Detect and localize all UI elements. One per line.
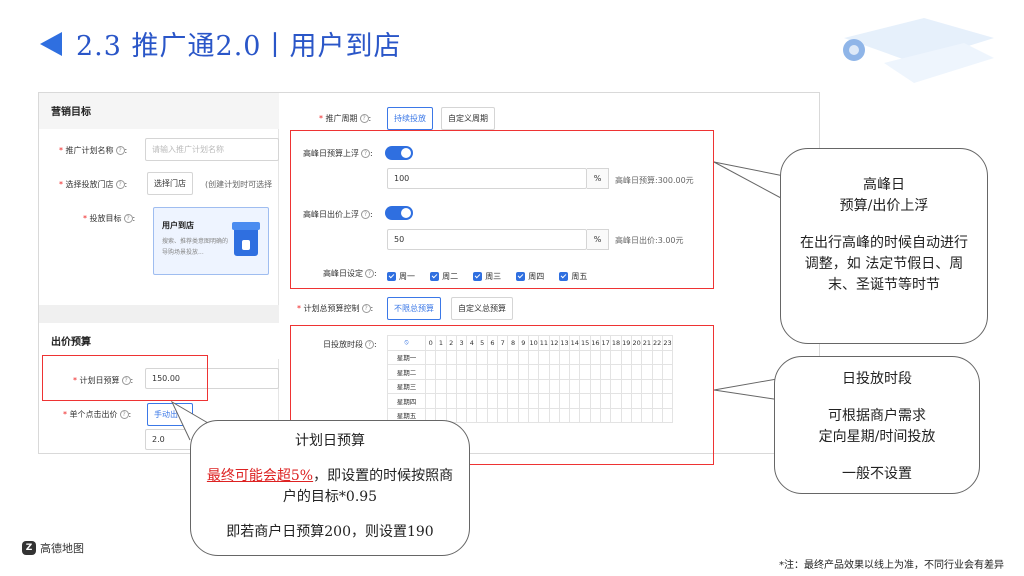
footnote: *注：最终产品效果以线上为准，不同行业会有差异 bbox=[779, 560, 1004, 571]
help-icon: ? bbox=[359, 114, 369, 123]
unlimited-budget-button[interactable]: 不限总预算 bbox=[387, 297, 441, 320]
goal-label: * 投放目标?: bbox=[83, 214, 136, 223]
help-icon: ? bbox=[115, 180, 125, 189]
custom-budget-button[interactable]: 自定义总预算 bbox=[451, 297, 513, 320]
budget-highlight-box bbox=[42, 355, 208, 401]
page-title: 2.3 推广通2.0丨用户到店 bbox=[40, 24, 401, 63]
schedule-callout: 日投放时段 可根据商户需求 定向星期/时间投放 一般不设置 bbox=[774, 356, 980, 494]
marketing-goal-header: 营销目标 bbox=[39, 93, 279, 129]
period-continuous-button[interactable]: 持续投放 bbox=[387, 107, 433, 130]
period-custom-button[interactable]: 自定义周期 bbox=[441, 107, 495, 130]
budget-control-label: * 计划总预算控制?: bbox=[297, 304, 374, 313]
budget-callout: 计划日预算 最终可能会超5%，即设置的时候按照商户的目标*0.95 即若商户日预… bbox=[190, 420, 470, 556]
store-icon bbox=[232, 222, 260, 256]
cpc-label: * 单个点击出价?: bbox=[63, 410, 132, 419]
section-divider bbox=[39, 305, 279, 325]
plan-name-input[interactable]: 请输入推广计划名称 bbox=[145, 138, 279, 161]
help-icon: ? bbox=[115, 146, 125, 155]
peak-callout: 高峰日 预算/出价上浮 在出行高峰的时候自动进行调整，如 法定节假日、周末、圣诞… bbox=[780, 148, 988, 344]
amap-logo: Z 高德地图 bbox=[22, 540, 84, 556]
logo-icon: Z bbox=[22, 541, 36, 555]
help-icon: ? bbox=[361, 304, 371, 313]
plan-name-label: * 推广计划名称?: bbox=[59, 146, 128, 155]
goal-card-user-to-store[interactable]: 用户到店 搜索、推荐类意图明确的导购场景投放... bbox=[153, 207, 269, 275]
store-label: * 选择投放门店?: bbox=[59, 180, 128, 189]
help-icon: ? bbox=[119, 410, 129, 419]
select-store-button[interactable]: 选择门店 bbox=[147, 172, 193, 195]
decoration-graphic bbox=[843, 18, 994, 83]
triangle-icon bbox=[40, 31, 62, 56]
period-label: * 推广周期?: bbox=[319, 114, 372, 123]
bid-budget-header: 出价预算 bbox=[39, 323, 279, 359]
help-icon: ? bbox=[123, 214, 133, 223]
peak-highlight-box bbox=[290, 130, 714, 289]
store-note: (创建计划时可选择 bbox=[205, 180, 273, 189]
